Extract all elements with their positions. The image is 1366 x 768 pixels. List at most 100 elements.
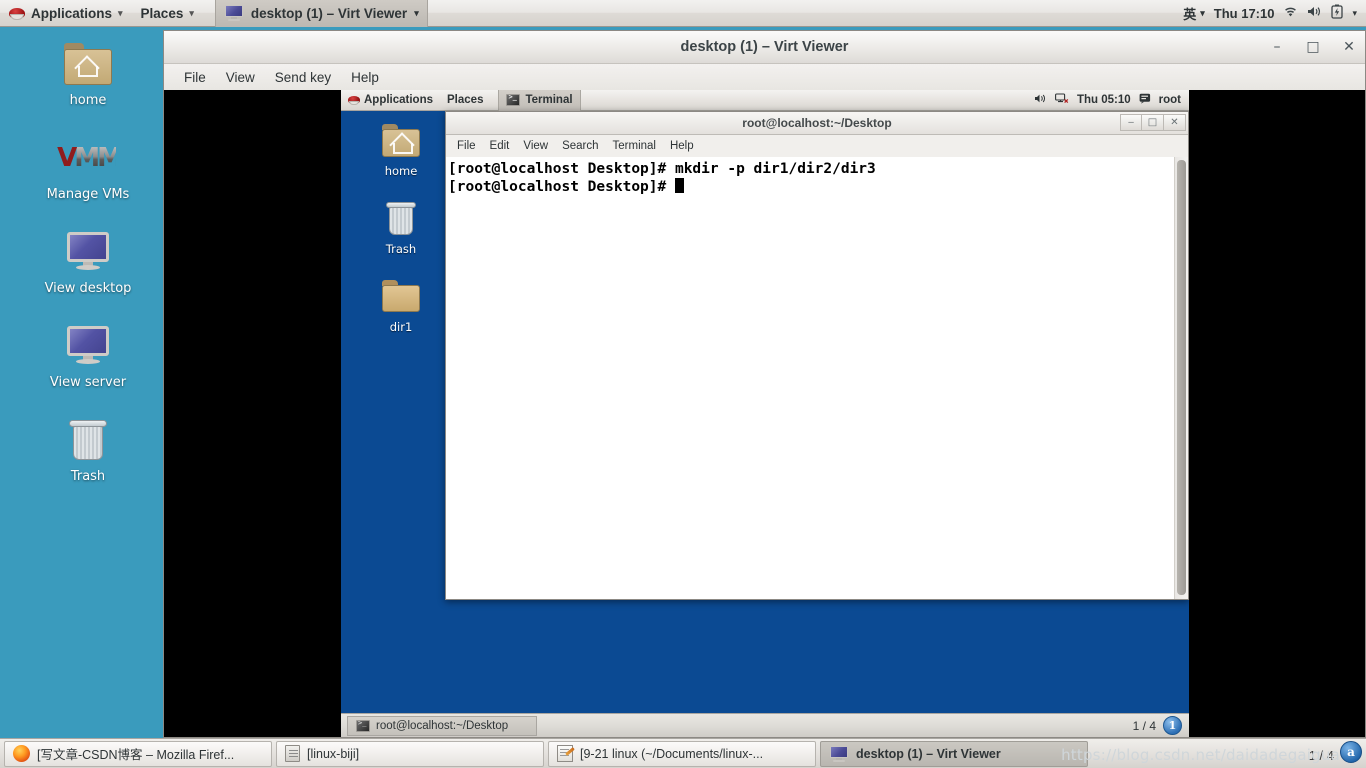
redhat-logo-icon [9,5,25,21]
terminal-menubar: File Edit View Search Terminal Help [446,135,1188,158]
maximize-button[interactable]: □ [1142,114,1164,131]
guest-desktop-icon-label: home [384,164,418,178]
monitor-icon [224,5,244,21]
menu-file[interactable]: File [450,135,483,157]
guest-window-task-label: Terminal [525,94,573,106]
menu-send-key[interactable]: Send key [265,64,341,90]
folder-icon [361,274,441,318]
taskbar-item-firefox[interactable]: [写文章-CSDN博客 – Mozilla Firef... [4,740,272,767]
host-applications-menu[interactable]: Applications ▾ [0,0,132,27]
vmm-logo-icon: VMM [57,143,123,173]
guest-places-label: Places [447,94,484,106]
virt-viewer-window: desktop (1) – Virt Viewer – □ ✕ File Vie… [163,30,1366,738]
desktop-icon-view-desktop[interactable]: View desktop [0,226,176,296]
volume-icon[interactable] [1034,93,1047,107]
terminal-prompt-text: [root@localhost Desktop]# [448,179,675,195]
host-window-task-virt-viewer[interactable]: desktop (1) – Virt Viewer ▾ [214,0,428,27]
guest-window-task-terminal[interactable]: Terminal [498,90,581,111]
virt-viewer-window-controls: – □ ✕ [1269,31,1357,63]
close-button[interactable]: ✕ [1341,39,1357,55]
trash-icon [361,196,441,240]
guest-desktop-icon-home[interactable]: home [361,118,441,178]
virt-viewer-titlebar[interactable]: desktop (1) – Virt Viewer – □ ✕ [164,31,1365,64]
minimize-button[interactable]: ‒ [1120,114,1142,131]
guest-workspace-badge[interactable]: 1 [1163,716,1182,735]
guest-desktop-icon-trash[interactable]: Trash [361,196,441,256]
chevron-down-icon: ▾ [118,7,123,18]
desktop-icon-view-server[interactable]: View server [0,320,176,390]
notepad-icon [557,745,573,762]
chevron-down-icon: ▾ [189,7,194,18]
menu-file[interactable]: File [174,64,216,90]
taskbar-item-label: [写文章-CSDN博客 – Mozilla Firef... [37,748,235,762]
host-clock[interactable]: Thu 17:10 [1214,6,1275,21]
guest-workspace-indicator: 1 / 4 [1132,718,1156,733]
menu-view[interactable]: View [516,135,555,157]
monitor-icon [829,745,849,762]
input-method-indicator[interactable]: 英 ▾ [1183,4,1205,23]
taskbar-item-virt-viewer[interactable]: desktop (1) – Virt Viewer [820,740,1088,767]
terminal-scrollbar-thumb[interactable] [1177,160,1186,595]
terminal-line: [root@localhost Desktop]# mkdir -p dir1/… [448,161,876,177]
input-method-label: 英 [1183,6,1197,22]
desktop-icon-home[interactable]: home [0,38,176,108]
host-desktop-icons: home VMM Manage VMs View desktop View se… [0,38,176,508]
close-button[interactable]: ✕ [1164,114,1186,131]
virt-viewer-title: desktop (1) – Virt Viewer [680,39,849,55]
guest-applications-label: Applications [364,94,434,106]
guest-desktop-icon-dir1[interactable]: dir1 [361,274,441,334]
wifi-icon[interactable] [1283,5,1298,21]
desktop-icon-trash[interactable]: Trash [0,414,176,484]
host-top-panel: Applications ▾ Places ▾ desktop (1) – Vi… [0,0,1366,27]
guest-places-menu[interactable]: Places [440,90,490,111]
guest-desktop-icons: home Trash dir1 [361,118,441,352]
minimize-button[interactable]: – [1269,39,1285,55]
volume-icon[interactable] [1307,5,1322,21]
menu-edit[interactable]: Edit [483,135,517,157]
document-icon [285,745,300,762]
host-page-count: 1 / 4 [1308,748,1334,763]
guest-workspace-switcher[interactable]: 1 / 4 1 [1133,716,1189,735]
menu-help[interactable]: Help [341,64,389,90]
terminal-title: root@localhost:~/Desktop [742,116,892,130]
taskbar-item-9-21-linux[interactable]: [9-21 linux (~/Documents/linux-... [548,740,816,767]
virt-viewer-menubar: File View Send key Help [164,64,1365,91]
menu-help[interactable]: Help [663,135,701,157]
trash-icon [0,414,176,466]
redhat-logo-icon [348,94,360,106]
chevron-down-icon[interactable]: ▾ [1352,8,1357,19]
guest-taskbar-item-label: root@localhost:~/Desktop [376,719,509,732]
taskbar-item-linux-biji[interactable]: [linux-biji] [276,740,544,767]
desktop-icon-label: View desktop [44,281,132,296]
host-window-task-label: desktop (1) – Virt Viewer [250,5,408,21]
terminal-icon [356,719,370,732]
csdn-badge-icon: a [1340,741,1362,763]
virt-viewer-display-canvas[interactable]: Applications Places Terminal [164,90,1365,737]
menu-view[interactable]: View [216,64,265,90]
terminal-output[interactable]: [root@localhost Desktop]# mkdir -p dir1/… [446,157,1188,599]
host-places-menu[interactable]: Places ▾ [132,0,203,27]
network-disconnected-icon[interactable] [1055,93,1069,107]
battery-icon[interactable] [1331,4,1344,22]
menu-terminal[interactable]: Terminal [606,135,663,157]
guest-taskbar-item-terminal[interactable]: root@localhost:~/Desktop [347,715,537,736]
guest-clock-label[interactable]: Thu 05:10 [1077,94,1131,106]
guest-top-panel: Applications Places Terminal [341,90,1189,111]
chevron-down-icon: ▾ [414,7,419,18]
screen: Applications ▾ Places ▾ desktop (1) – Vi… [0,0,1366,768]
terminal-window: root@localhost:~/Desktop ‒ □ ✕ File Edit… [445,111,1189,600]
menu-search[interactable]: Search [555,135,605,157]
guest-system-tray: Thu 05:10 root [1034,93,1189,107]
guest-applications-menu[interactable]: Applications [341,90,440,111]
desktop-icon-manage-vms[interactable]: VMM Manage VMs [0,132,176,202]
host-places-label: Places [140,5,184,21]
terminal-titlebar[interactable]: root@localhost:~/Desktop ‒ □ ✕ [446,112,1188,135]
terminal-window-controls: ‒ □ ✕ [1120,114,1186,131]
guest-user-label[interactable]: root [1159,94,1181,106]
maximize-button[interactable]: □ [1305,39,1321,55]
taskbar-item-label: [linux-biji] [307,746,360,761]
terminal-scrollbar[interactable] [1174,157,1188,599]
user-icon [1139,93,1151,107]
taskbar-item-label: [9-21 linux (~/Documents/linux-... [580,746,764,761]
guest-taskbar: root@localhost:~/Desktop 1 / 4 1 [341,713,1189,737]
